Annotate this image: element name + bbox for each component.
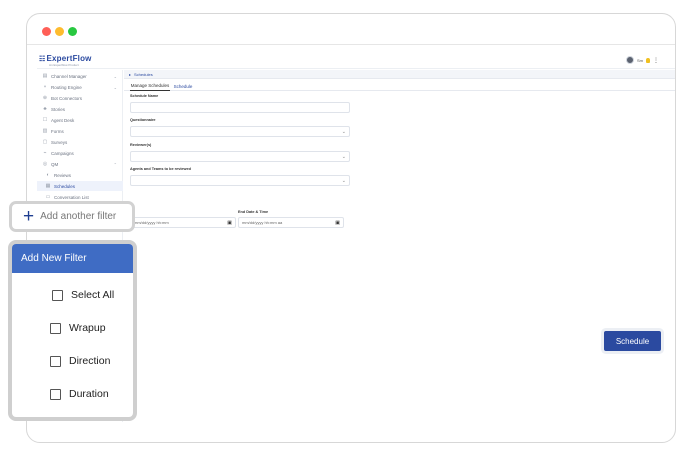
checkbox[interactable] <box>50 355 61 367</box>
sidebar-item-reviews[interactable]: ◐ Reviews <box>37 170 123 180</box>
sidebar-item-surveys[interactable]: ▢ Surveys <box>37 137 123 147</box>
start-date-placeholder: mm/dd/yyyy hh:mm <box>134 220 169 225</box>
breadcrumb-label[interactable]: Schedules <box>134 72 153 77</box>
tab-bar: Manage Schedules Schedule <box>124 81 675 91</box>
add-filter-label: Add another filter <box>40 211 117 222</box>
notification-bell-icon[interactable] <box>646 57 650 63</box>
end-date-placeholder: mm/dd/yyyy hh:mm aa <box>242 220 283 225</box>
sidebar-item-stories[interactable]: ♣ Stories <box>37 104 123 114</box>
chevron-down-icon: ⌄ <box>113 84 117 90</box>
logo-text: ExpertFlow <box>46 54 92 63</box>
tab-schedule[interactable]: Schedule <box>172 81 194 91</box>
questionnaire-label: Questionnaire <box>130 118 156 122</box>
option-label: Wrapup <box>69 322 106 334</box>
chevron-down-icon: ⌄ <box>341 128 346 135</box>
channel-icon: ▤ <box>42 73 48 79</box>
sidebar-item-channel-manager[interactable]: ▤ Channel Manager ⌄ <box>37 71 123 81</box>
calendar-icon[interactable]: ▣ <box>335 220 340 226</box>
close-window-button[interactable] <box>42 27 51 36</box>
bot-icon: ⊕ <box>42 95 48 101</box>
questionnaire-select[interactable]: ⌄ <box>130 126 350 137</box>
sidebar-item-qm[interactable]: ◎ QM ⌃ <box>37 159 123 169</box>
campaigns-icon: ⌁ <box>43 150 47 156</box>
filter-option-select-all[interactable]: Select All <box>52 289 114 301</box>
filter-panel-title: Add New Filter <box>12 244 133 273</box>
tab-manage-schedules[interactable]: Manage Schedules <box>130 81 170 91</box>
reviewers-select[interactable]: ⌄ <box>130 151 350 162</box>
schedule-name-label: Schedule Name <box>130 94 159 98</box>
checkbox[interactable] <box>52 289 63 301</box>
surveys-icon: ▢ <box>42 139 48 145</box>
sidebar-item-schedules[interactable]: ▦ Schedules <box>37 181 123 191</box>
filter-option-duration[interactable]: Duration <box>50 388 109 400</box>
sidebar-item-campaigns[interactable]: ⌁ Campaigns <box>37 148 123 158</box>
sidebar-item-routing-engine[interactable]: ⑂ Routing Engine ⌄ <box>37 82 123 92</box>
agents-teams-select[interactable]: ⌄ <box>130 175 350 186</box>
schedule-name-input[interactable] <box>130 102 350 113</box>
sidebar-item-forms[interactable]: ▥ Forms <box>37 126 123 136</box>
qm-icon: ◎ <box>42 161 48 167</box>
routing-icon: ⑂ <box>43 84 47 90</box>
chevron-up-icon: ⌃ <box>113 161 117 167</box>
chevron-down-icon: ⌄ <box>341 153 346 160</box>
expertflow-logo[interactable]: ☷ExpertFlow <box>39 54 92 63</box>
chevron-down-icon: ⌄ <box>113 73 117 79</box>
reviews-icon: ◐ <box>46 172 50 178</box>
maximize-window-button[interactable] <box>68 27 77 36</box>
conversation-icon: ▭ <box>45 194 51 200</box>
sidebar-item-bot-connectors[interactable]: ⊕ Bot Connectors <box>37 93 123 103</box>
agent-desk-icon: ☐ <box>42 117 48 123</box>
option-label: Duration <box>69 388 109 400</box>
sidebar-item-agent-desk[interactable]: ☐ Agent Desk <box>37 115 123 125</box>
user-name[interactable]: Sm <box>637 58 643 63</box>
calendar-icon[interactable]: ▣ <box>227 220 232 226</box>
caret-right-icon: ▸ <box>129 71 132 77</box>
app-header: ☷ExpertFlow An Expertflow Product Sm ⋮ <box>37 52 675 69</box>
agents-teams-label: Agents and Teams to be reviewed <box>130 167 191 171</box>
window-titlebar <box>27 14 675 45</box>
filter-option-direction[interactable]: Direction <box>50 355 110 367</box>
plus-icon: + <box>23 206 35 227</box>
stories-icon: ♣ <box>43 106 47 112</box>
end-date-input[interactable]: mm/dd/yyyy hh:mm aa ▣ <box>238 217 344 228</box>
header-user-area: Sm ⋮ <box>626 56 659 64</box>
add-new-filter-panel: Add New Filter Select All Wrapup Directi… <box>8 240 137 421</box>
start-date-input[interactable]: mm/dd/yyyy hh:mm ▣ <box>130 217 236 228</box>
schedules-icon: ▦ <box>45 183 51 189</box>
checkbox[interactable] <box>50 388 61 400</box>
filter-option-wrapup[interactable]: Wrapup <box>50 322 106 334</box>
option-label: Direction <box>69 355 111 367</box>
option-label: Select All <box>71 289 115 301</box>
grid-logo-icon: ☷ <box>39 56 46 63</box>
chevron-down-icon: ⌄ <box>341 177 346 184</box>
main-content: ▸ Schedules Manage Schedules Schedule Sch… <box>124 70 675 422</box>
end-date-label: End Date & Time <box>238 210 269 214</box>
reviewers-label: Reviewer(s) <box>130 143 152 147</box>
avatar[interactable] <box>626 56 634 64</box>
breadcrumb: ▸ Schedules <box>124 70 675 79</box>
logo-subtitle: An Expertflow Product <box>49 63 79 67</box>
schedule-button[interactable]: Schedule <box>604 331 661 351</box>
checkbox[interactable] <box>50 322 61 334</box>
minimize-window-button[interactable] <box>55 27 64 36</box>
forms-icon: ▥ <box>42 128 48 134</box>
add-another-filter-button[interactable]: + Add another filter <box>9 201 135 232</box>
kebab-menu-icon[interactable]: ⋮ <box>653 57 659 64</box>
